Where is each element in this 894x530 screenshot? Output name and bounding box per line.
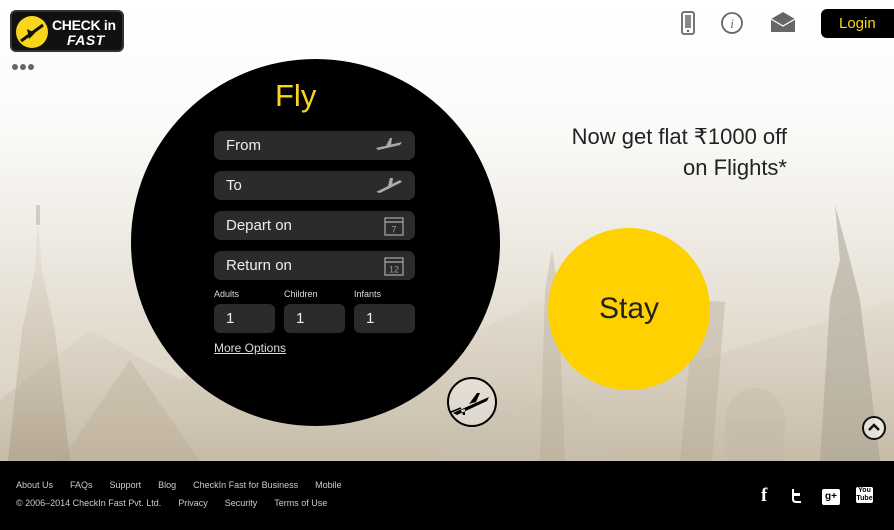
footer-link-faqs[interactable]: FAQs <box>70 480 93 490</box>
login-button[interactable]: Login <box>821 9 894 38</box>
checkin-fast-logo[interactable]: CHECK in FAST <box>10 10 124 52</box>
footer-link-blog[interactable]: Blog <box>158 480 176 490</box>
adults-label: Adults <box>214 289 240 299</box>
to-field[interactable]: To <box>214 171 415 200</box>
children-input[interactable]: 1 <box>284 304 345 333</box>
calendar-icon: 12 <box>384 257 404 276</box>
children-label: Children <box>284 289 318 299</box>
plane-search-icon[interactable] <box>447 377 497 427</box>
footer-link-terms[interactable]: Terms of Use <box>274 498 327 508</box>
footer-link-about[interactable]: About Us <box>16 480 53 490</box>
more-dots-icon[interactable] <box>12 64 34 70</box>
footer-link-security[interactable]: Security <box>225 498 258 508</box>
envelope-icon[interactable] <box>770 11 796 37</box>
infants-label: Infants <box>354 289 382 299</box>
infants-input[interactable]: 1 <box>354 304 415 333</box>
stay-button[interactable]: Stay <box>548 228 710 390</box>
to-placeholder: To <box>226 177 242 194</box>
mobile-phone-icon[interactable] <box>680 11 704 37</box>
adults-input[interactable]: 1 <box>214 304 275 333</box>
from-placeholder: From <box>226 137 261 154</box>
twitter-icon[interactable] <box>789 488 805 506</box>
info-icon[interactable]: i <box>720 11 744 37</box>
promo-line2: on Flights* <box>683 155 787 180</box>
return-placeholder: Return on <box>226 257 292 274</box>
depart-date-field[interactable]: Depart on 7 <box>214 211 415 240</box>
more-options-link[interactable]: More Options <box>214 341 286 355</box>
scroll-up-icon[interactable] <box>862 416 886 440</box>
footer-link-support[interactable]: Support <box>110 480 142 490</box>
calendar-day: 12 <box>389 265 399 275</box>
facebook-icon[interactable]: f <box>761 485 767 506</box>
footer-link-mobile[interactable]: Mobile <box>315 480 342 490</box>
copyright-text: © 2006–2014 CheckIn Fast Pvt. Ltd. <box>16 498 162 508</box>
footer-links: About Us FAQs Support Blog CheckIn Fast … <box>16 480 342 490</box>
fly-search-panel <box>131 59 500 426</box>
plane-logo-icon <box>16 16 48 48</box>
youtube-text: You Tube <box>856 487 873 503</box>
calendar-icon: 7 <box>384 217 404 236</box>
fly-title: Fly <box>275 78 317 113</box>
promo-line1: Now get flat ₹1000 off <box>571 124 787 149</box>
logo-text-line2: FAST <box>67 32 105 48</box>
footer-legal: © 2006–2014 CheckIn Fast Pvt. Ltd. Priva… <box>16 498 327 508</box>
footer: About Us FAQs Support Blog CheckIn Fast … <box>0 461 894 530</box>
depart-placeholder: Depart on <box>226 217 292 234</box>
plane-landing-icon <box>376 178 402 193</box>
footer-link-privacy[interactable]: Privacy <box>178 498 208 508</box>
flight-promo-text: Now get flat ₹1000 off on Flights* <box>572 121 787 183</box>
calendar-day: 7 <box>391 225 396 235</box>
from-field[interactable]: From <box>214 131 415 160</box>
plane-takeoff-icon <box>376 138 402 150</box>
logo-text-line1: CHECK in <box>52 17 116 33</box>
svg-text:i: i <box>730 16 734 31</box>
google-plus-icon[interactable]: g+ <box>822 489 840 505</box>
footer-link-business[interactable]: CheckIn Fast for Business <box>193 480 298 490</box>
return-date-field[interactable]: Return on 12 <box>214 251 415 280</box>
youtube-icon[interactable]: You Tube <box>856 487 873 505</box>
